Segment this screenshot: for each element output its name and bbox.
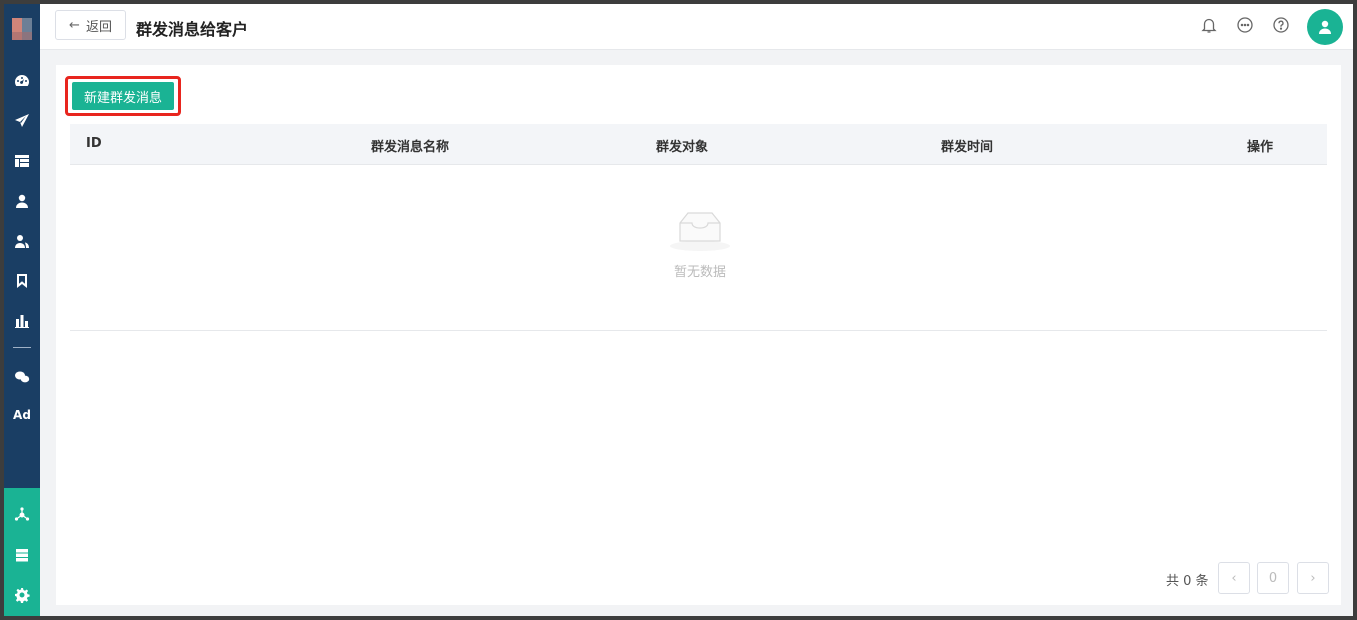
help-icon[interactable] bbox=[1272, 16, 1290, 34]
server-icon[interactable] bbox=[11, 544, 33, 566]
send-icon[interactable] bbox=[11, 110, 33, 132]
chevron-right-icon: › bbox=[1310, 570, 1316, 586]
bookmark-icon[interactable] bbox=[11, 270, 33, 292]
users-icon[interactable] bbox=[11, 230, 33, 252]
page-title: 群发消息给客户 bbox=[136, 20, 249, 39]
settings-icon[interactable] bbox=[11, 584, 33, 606]
column-header-time[interactable]: 群发时间 bbox=[941, 136, 993, 155]
column-header-id[interactable]: ID bbox=[86, 136, 102, 151]
sidebar: Ad bbox=[4, 4, 40, 616]
column-header-name[interactable]: 群发消息名称 bbox=[371, 136, 449, 155]
column-header-target[interactable]: 群发对象 bbox=[656, 136, 708, 155]
chevron-left-icon: ‹ bbox=[1231, 570, 1237, 586]
inbox-empty-icon bbox=[668, 209, 732, 253]
back-button[interactable]: ← 返回 bbox=[55, 10, 126, 40]
back-button-label: 返回 bbox=[85, 19, 112, 35]
broadcast-table: ID 群发消息名称 群发对象 群发时间 操作 暂无数据 bbox=[70, 124, 1327, 331]
app-logo[interactable] bbox=[12, 18, 32, 40]
new-button-highlight: 新建群发消息 bbox=[65, 76, 181, 116]
next-page-button[interactable]: › bbox=[1297, 562, 1329, 594]
top-header: ← 返回 群发消息给客户 bbox=[40, 4, 1353, 50]
arrow-left-icon: ← bbox=[69, 17, 80, 33]
empty-state: 暂无数据 bbox=[70, 165, 1327, 331]
bell-icon[interactable] bbox=[1200, 16, 1218, 34]
table-header: ID 群发消息名称 群发对象 群发时间 操作 bbox=[70, 124, 1327, 165]
dashboard-icon[interactable] bbox=[11, 70, 33, 92]
user-avatar-icon bbox=[1319, 20, 1331, 34]
sidebar-divider bbox=[13, 347, 31, 348]
app-window: Ad ← 返回 群发消息给客户 新建群发消息 ID 群发消息名称 群发对象 群发… bbox=[4, 4, 1353, 616]
message-icon[interactable] bbox=[1236, 16, 1254, 34]
empty-text: 暂无数据 bbox=[673, 265, 726, 280]
new-broadcast-button[interactable]: 新建群发消息 bbox=[72, 82, 174, 110]
avatar[interactable] bbox=[1307, 9, 1343, 45]
main-content: 新建群发消息 ID 群发消息名称 群发对象 群发时间 操作 暂无数据 共 0 条… bbox=[56, 65, 1341, 605]
wechat-icon[interactable] bbox=[11, 366, 33, 388]
sidebar-bottom-panel bbox=[4, 488, 40, 616]
column-header-actions[interactable]: 操作 bbox=[1247, 136, 1273, 155]
page-number-button[interactable]: 0 bbox=[1257, 562, 1289, 594]
ad-icon[interactable]: Ad bbox=[8, 408, 36, 422]
layout-icon[interactable] bbox=[11, 150, 33, 172]
bar-chart-icon[interactable] bbox=[11, 310, 33, 332]
network-icon[interactable] bbox=[11, 504, 33, 526]
pagination-total: 共 0 条 bbox=[1166, 574, 1209, 589]
prev-page-button[interactable]: ‹ bbox=[1218, 562, 1250, 594]
user-icon[interactable] bbox=[11, 190, 33, 212]
